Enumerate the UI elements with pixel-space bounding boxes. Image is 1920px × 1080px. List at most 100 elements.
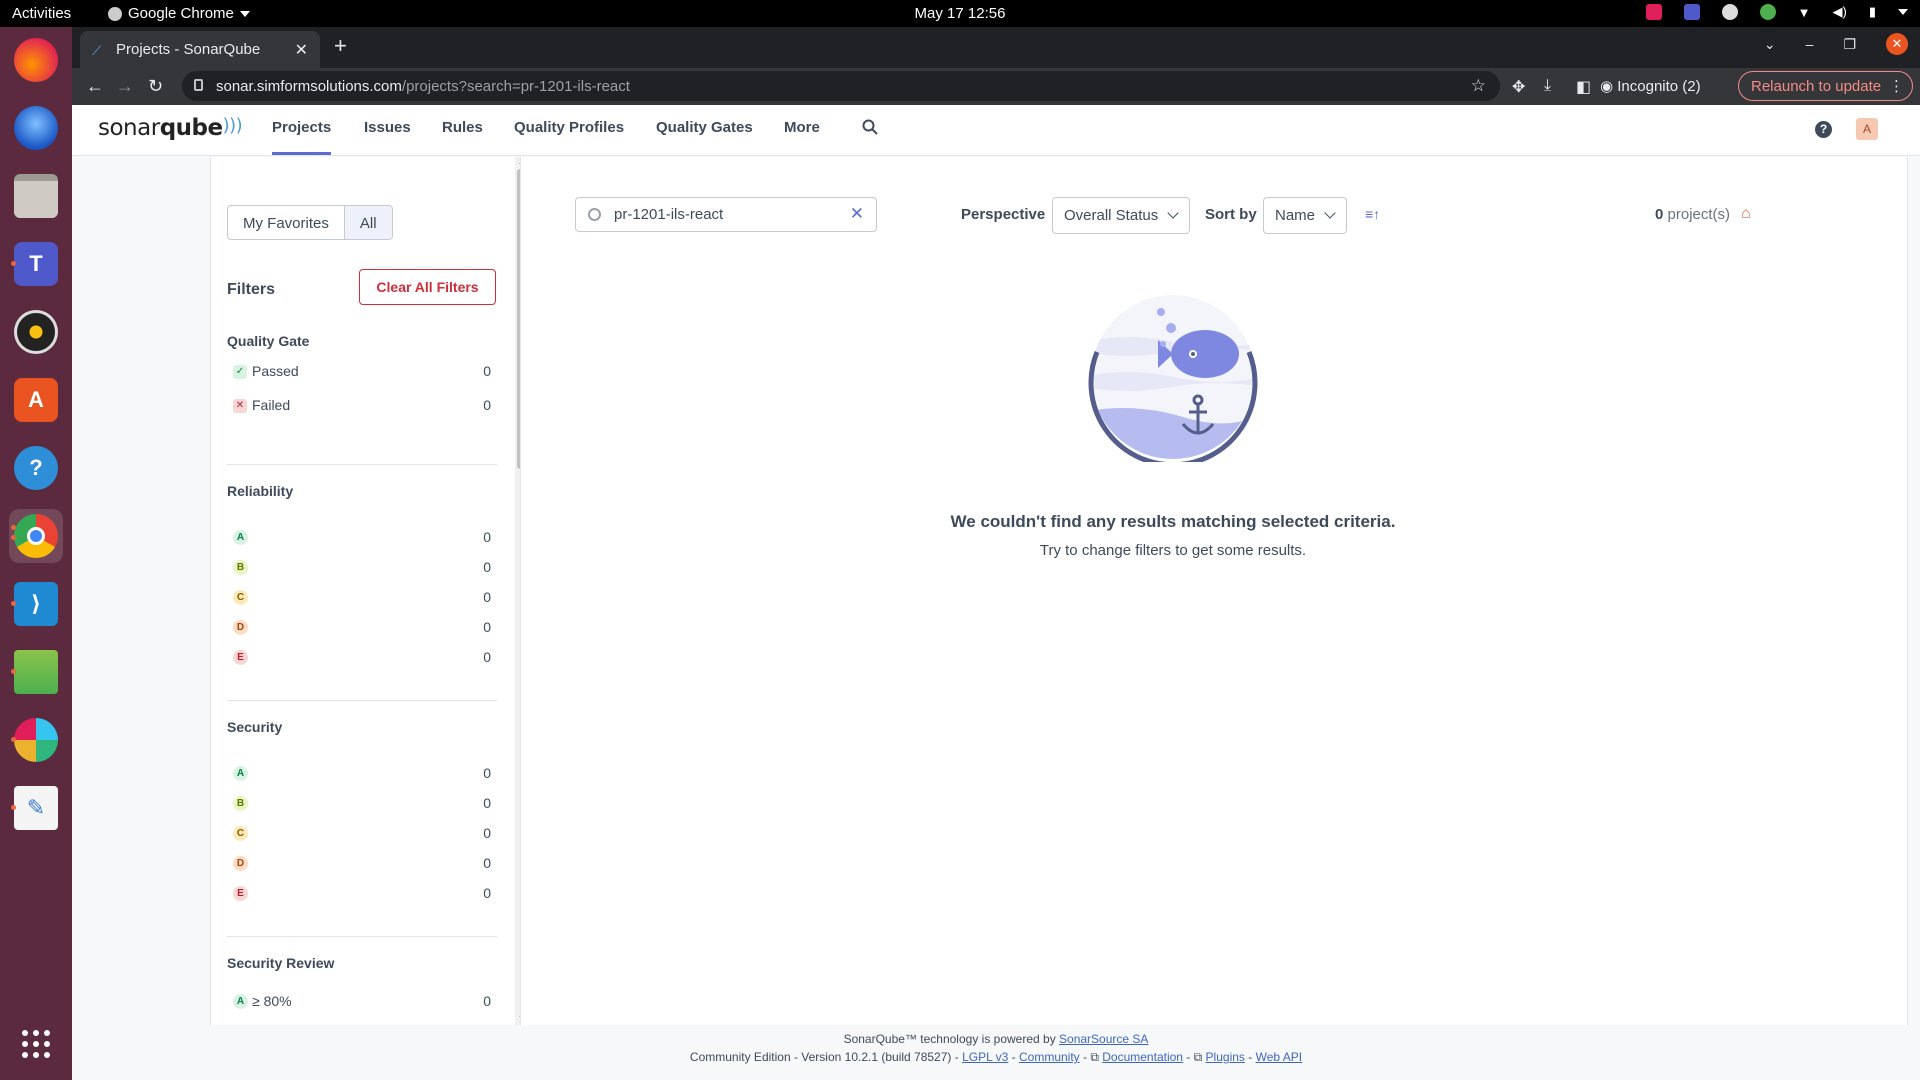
security-review-filter: Security Review A ≥ 80% 0 <box>227 955 497 1023</box>
community-link[interactable]: Community <box>1019 1050 1080 1064</box>
sort-by-select[interactable]: Name <box>1263 197 1347 234</box>
nav-rules[interactable]: Rules <box>442 119 483 136</box>
chrome-tray-icon[interactable] <box>1759 4 1776 20</box>
address-bar[interactable]: sonar.simformsolutions.com/projects?sear… <box>182 71 1500 101</box>
avatar[interactable]: A <box>1856 118 1878 140</box>
scroll-up-icon[interactable]: ▲ <box>518 159 520 166</box>
filter-option-failed[interactable]: ✕ Failed 0 <box>227 397 497 427</box>
activities-button[interactable]: Activities <box>12 5 71 22</box>
cross-icon: ✕ <box>233 399 247 413</box>
filter-option-passed[interactable]: ✓ Passed 0 <box>227 363 497 393</box>
sonarsource-link[interactable]: SonarSource SA <box>1059 1032 1148 1046</box>
documentation-link[interactable]: Documentation <box>1102 1050 1183 1064</box>
app-menu[interactable]: Google Chrome <box>108 5 250 22</box>
filter-option-security-a[interactable]: A 0 <box>227 765 497 795</box>
clock[interactable]: May 17 12:56 <box>915 5 1006 22</box>
sidebar-scrollbar[interactable]: ▲ ▼ <box>515 157 520 1025</box>
dock-vscode[interactable]: ⟩ <box>9 577 63 631</box>
close-window-button[interactable]: ✕ <box>1886 33 1908 55</box>
extensions-icon[interactable]: ✥ <box>1512 77 1525 97</box>
incognito-label: Incognito (2) <box>1617 78 1701 95</box>
dock-thunderbird[interactable] <box>9 101 63 155</box>
filter-count: 0 <box>483 765 491 781</box>
scroll-down-icon[interactable]: ▼ <box>518 1015 520 1022</box>
perspective-select[interactable]: Overall Status <box>1052 197 1190 234</box>
dock-teams[interactable]: T <box>9 237 63 291</box>
all-projects-button[interactable]: All <box>343 206 392 239</box>
dock-image-viewer[interactable] <box>9 645 63 699</box>
dock-firefox[interactable] <box>9 33 63 87</box>
minimize-icon[interactable]: – <box>1806 36 1814 52</box>
dock-slack[interactable] <box>9 713 63 767</box>
web-api-link[interactable]: Web API <box>1256 1050 1302 1064</box>
filter-option-reliability-d[interactable]: D 0 <box>227 619 497 649</box>
url-path: /projects?search=pr-1201-ils-react <box>401 77 630 95</box>
reload-icon[interactable]: ↻ <box>148 76 163 97</box>
volume-icon[interactable]: ◀) <box>1833 4 1847 20</box>
dock-software[interactable]: A <box>9 373 63 427</box>
forward-icon[interactable]: → <box>116 76 134 97</box>
clear-search-icon[interactable]: ✕ <box>850 204 864 224</box>
downloads-icon[interactable]: ⤓ <box>1544 77 1551 95</box>
help-icon[interactable]: ? <box>1815 121 1832 138</box>
dock-text-editor[interactable]: ✎ <box>9 781 63 835</box>
new-tab-button[interactable]: + <box>334 33 347 59</box>
teams-tray-icon[interactable] <box>1683 4 1700 20</box>
thunderbird-icon <box>14 106 58 150</box>
bookmark-star-icon[interactable]: ☆ <box>1471 76 1486 96</box>
home-icon[interactable]: ⌂ <box>1741 205 1751 223</box>
maximize-icon[interactable]: ❐ <box>1843 36 1856 53</box>
rhythmbox-tray-icon[interactable] <box>1721 4 1738 20</box>
scrollbar-thumb[interactable] <box>517 169 520 469</box>
filter-option-security-e[interactable]: E 0 <box>227 885 497 915</box>
filter-option-reliability-a[interactable]: A 0 <box>227 529 497 559</box>
filter-option-reliability-b[interactable]: B 0 <box>227 559 497 589</box>
nav-quality-gates[interactable]: Quality Gates <box>656 119 753 136</box>
slack-tray-icon[interactable] <box>1645 4 1662 20</box>
nav-issues[interactable]: Issues <box>364 119 411 136</box>
back-icon[interactable]: ← <box>86 76 104 97</box>
dock-chrome[interactable] <box>9 509 63 563</box>
firefox-icon <box>14 38 58 82</box>
battery-icon[interactable]: ▮ <box>1869 4 1876 20</box>
filter-option-reliability-e[interactable]: E 0 <box>227 649 497 679</box>
filter-option-security-d[interactable]: D 0 <box>227 855 497 885</box>
tab-search-chevron-icon[interactable]: ⌄ <box>1764 36 1776 53</box>
filter-option-security-b[interactable]: B 0 <box>227 795 497 825</box>
my-favorites-button[interactable]: My Favorites <box>228 206 344 239</box>
nav-projects[interactable]: Projects <box>272 119 332 155</box>
help-app-icon: ? <box>14 446 58 490</box>
system-tray[interactable]: ▼ ◀) ▮ <box>1645 4 1908 20</box>
filters-sidebar[interactable]: My Favorites All Filters Clear All Filte… <box>211 157 521 1025</box>
side-panel-icon[interactable]: ◧ <box>1576 77 1591 97</box>
incognito-indicator[interactable]: ◉ Incognito (2) <box>1600 77 1701 95</box>
clear-all-filters-button[interactable]: Clear All Filters <box>359 269 496 305</box>
filter-option-reliability-c[interactable]: C 0 <box>227 589 497 619</box>
sonarqube-logo[interactable]: sonarqube))) <box>98 115 243 141</box>
sort-direction-icon[interactable]: ≡↑ <box>1365 206 1380 222</box>
filter-option-security-review-a[interactable]: A ≥ 80% 0 <box>227 993 497 1023</box>
nav-quality-profiles[interactable]: Quality Profiles <box>514 119 624 136</box>
dock-rhythmbox[interactable] <box>9 305 63 359</box>
project-search-input[interactable]: pr-1201-ils-react ✕ <box>575 197 877 232</box>
lgpl-link[interactable]: LGPL v3 <box>962 1050 1008 1064</box>
wifi-icon[interactable]: ▼ <box>1798 5 1811 20</box>
browser-tab-strip: ⟋ Projects - SonarQube ✕ + ⌄ – ❐ ✕ <box>72 27 1920 68</box>
system-menu-chevron-icon[interactable] <box>1898 9 1908 15</box>
rating-badge: B <box>233 560 248 575</box>
show-apps-button[interactable] <box>9 1017 63 1071</box>
kebab-menu-icon[interactable]: ⋮ <box>1889 77 1904 95</box>
browser-tab-title: Projects - SonarQube <box>116 41 261 58</box>
nav-more[interactable]: More <box>784 119 820 136</box>
dock-files[interactable] <box>9 169 63 223</box>
search-icon[interactable] <box>862 119 878 135</box>
close-tab-icon[interactable]: ✕ <box>295 40 308 60</box>
vscode-icon: ⟩ <box>14 582 58 626</box>
filter-option-security-c[interactable]: C 0 <box>227 825 497 855</box>
plugins-link[interactable]: Plugins <box>1206 1050 1245 1064</box>
dock-help[interactable]: ? <box>9 441 63 495</box>
filter-count: 0 <box>483 795 491 811</box>
browser-tab[interactable]: ⟋ Projects - SonarQube ✕ <box>80 31 320 68</box>
relaunch-to-update-button[interactable]: Relaunch to update ⋮ <box>1738 71 1913 101</box>
lock-icon[interactable] <box>194 79 203 91</box>
